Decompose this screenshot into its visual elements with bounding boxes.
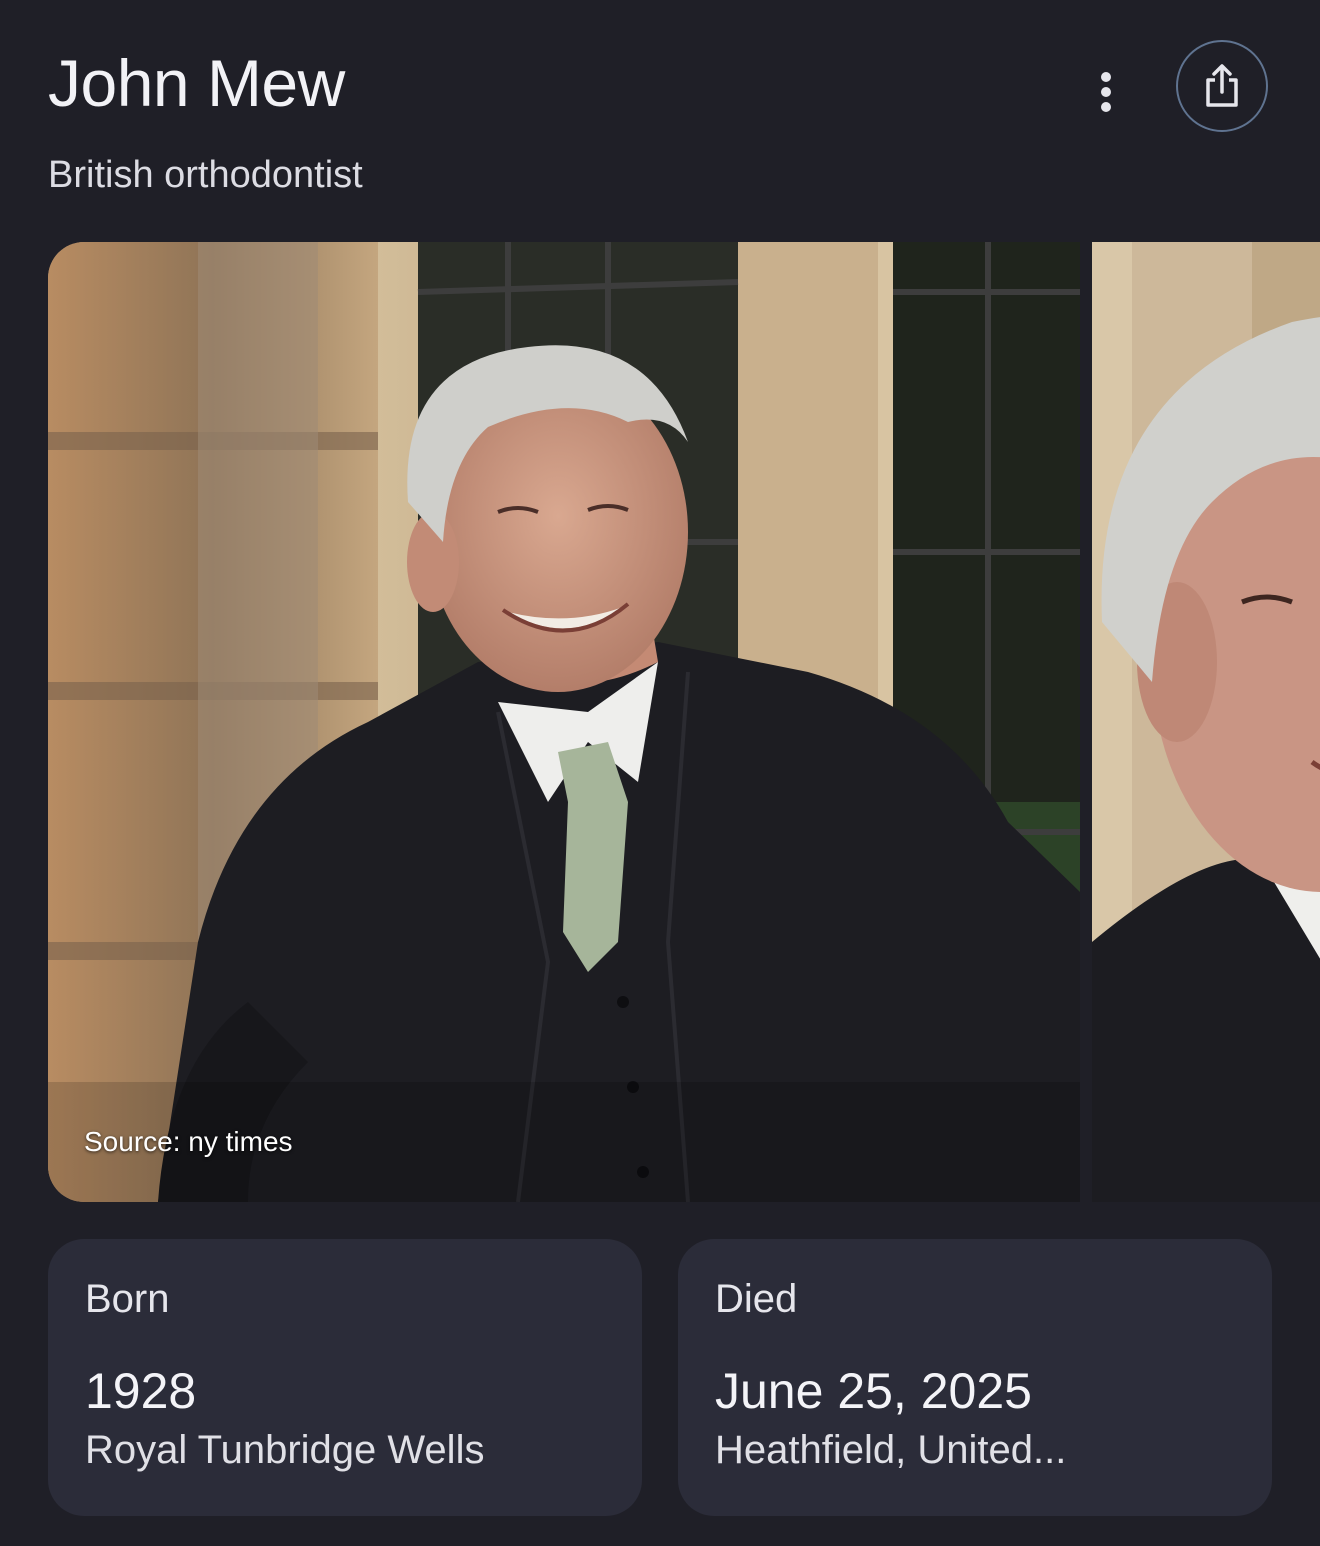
more-vert-icon (1101, 72, 1111, 112)
born-label: Born (85, 1277, 170, 1321)
born-year: 1928 (85, 1363, 197, 1419)
died-place: Heathfield, United... (715, 1428, 1067, 1472)
portrait-image-closeup[interactable] (1092, 242, 1320, 1202)
page-title: John Mew (48, 46, 345, 120)
share-button[interactable] (1176, 40, 1268, 132)
page-subtitle: British orthodontist (48, 154, 363, 196)
image-source-label: Source: ny times (84, 1126, 293, 1157)
more-options-button[interactable] (1080, 66, 1132, 118)
share-icon (1206, 64, 1238, 107)
knowledge-panel: John Mew British orthodontist Source: ny… (0, 0, 1320, 1546)
died-date: June 25, 2025 (715, 1363, 1032, 1419)
died-label: Died (715, 1277, 798, 1321)
born-place: Royal Tunbridge Wells (85, 1428, 485, 1472)
image-carousel[interactable]: Source: ny times (48, 242, 1320, 1202)
born-card[interactable]: Born 1928 Royal Tunbridge Wells (48, 1239, 642, 1516)
died-card[interactable]: Died June 25, 2025 Heathfield, United... (678, 1239, 1272, 1516)
portrait-image[interactable]: Source: ny times (48, 242, 1080, 1202)
